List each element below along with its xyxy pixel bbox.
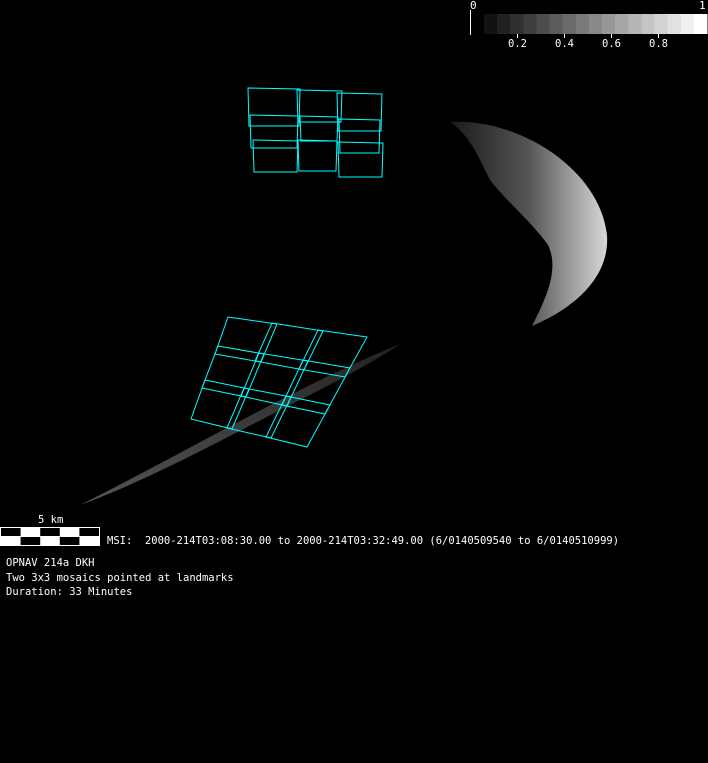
scale-bar-label: 5 km — [38, 514, 64, 526]
scale-bar-segment — [20, 537, 41, 545]
colorbar-swatch — [510, 14, 524, 34]
image-footprint — [254, 322, 324, 371]
colorbar-swatch — [536, 14, 551, 34]
image-footprint — [214, 316, 278, 363]
colorbar-swatch — [575, 14, 590, 34]
image-footprint — [338, 118, 381, 154]
colorbar — [470, 10, 708, 38]
colorbar-swatch — [680, 14, 695, 34]
scale-bar-segment — [59, 537, 80, 545]
colorbar-swatch — [523, 14, 537, 34]
info-line-2: Two 3x3 mosaics pointed at landmarks — [6, 572, 234, 584]
image-footprint — [247, 87, 301, 127]
scene-canvas — [0, 10, 708, 546]
scale-bar-segment — [79, 528, 99, 536]
colorbar-swatch — [628, 14, 642, 34]
colorbar-swatch — [588, 14, 603, 34]
colorbar-swatch — [562, 14, 577, 34]
colorbar-swatch — [484, 14, 498, 34]
colorbar-tick-label: 0.2 — [508, 38, 527, 50]
image-footprint — [297, 139, 338, 172]
colorbar-swatch — [667, 14, 682, 34]
image-footprint — [201, 345, 265, 398]
asteroid-lit-crescent — [450, 121, 608, 326]
image-footprint — [299, 115, 339, 142]
colorbar-swatch — [549, 14, 564, 34]
colorbar-min-label: 0 — [470, 0, 477, 12]
colorbar-swatch — [641, 14, 656, 34]
scale-bar — [0, 527, 100, 546]
asteroid-limb-sliver — [80, 344, 400, 505]
colorbar-swatch — [497, 14, 511, 34]
colorbar-swatch — [693, 14, 708, 34]
info-line-1: OPNAV 214a DKH — [6, 557, 95, 569]
colorbar-swatch — [654, 14, 669, 34]
scale-bar-segment — [40, 528, 60, 536]
colorbar-swatch — [602, 14, 616, 34]
colorbar-tick-label: 0.4 — [555, 38, 574, 50]
mosaic-footprints — [190, 87, 384, 448]
image-footprint — [337, 141, 384, 178]
scale-bar-segment — [1, 528, 21, 536]
msi-time-range: MSI: 2000-214T03:08:30.00 to 2000-214T03… — [107, 535, 620, 547]
colorbar-tick-label: 0.8 — [649, 38, 668, 50]
image-footprint — [336, 92, 383, 132]
colorbar-swatch — [615, 14, 629, 34]
colorbar-max-label: 1 — [699, 0, 706, 12]
colorbar-tick-label: 0.6 — [602, 38, 621, 50]
image-footprint — [252, 139, 299, 173]
info-line-3: Duration: 33 Minutes — [6, 586, 133, 598]
image-footprint — [249, 114, 299, 149]
